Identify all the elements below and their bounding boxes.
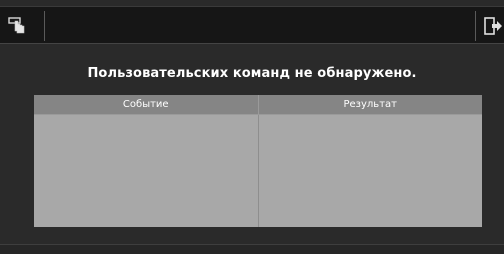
bottom-bar bbox=[0, 244, 504, 254]
table-column-result bbox=[257, 115, 483, 227]
empty-state-message: Пользовательских команд не обнаружено. bbox=[87, 66, 417, 81]
toolbar-separator bbox=[44, 11, 45, 41]
column-header-result[interactable]: Результат bbox=[257, 95, 482, 115]
exit-icon[interactable] bbox=[482, 15, 504, 37]
table-column-event bbox=[34, 115, 258, 227]
main-window: Пользовательских команд не обнаружено. С… bbox=[0, 0, 504, 254]
column-header-event[interactable]: Событие bbox=[34, 95, 258, 115]
commands-table: Событие Результат bbox=[34, 95, 482, 227]
table-body bbox=[34, 115, 482, 227]
toolbar-separator bbox=[475, 11, 476, 41]
table-header: Событие Результат bbox=[34, 95, 482, 115]
hand-pointer-icon[interactable] bbox=[6, 15, 30, 37]
toolbar bbox=[0, 6, 504, 44]
